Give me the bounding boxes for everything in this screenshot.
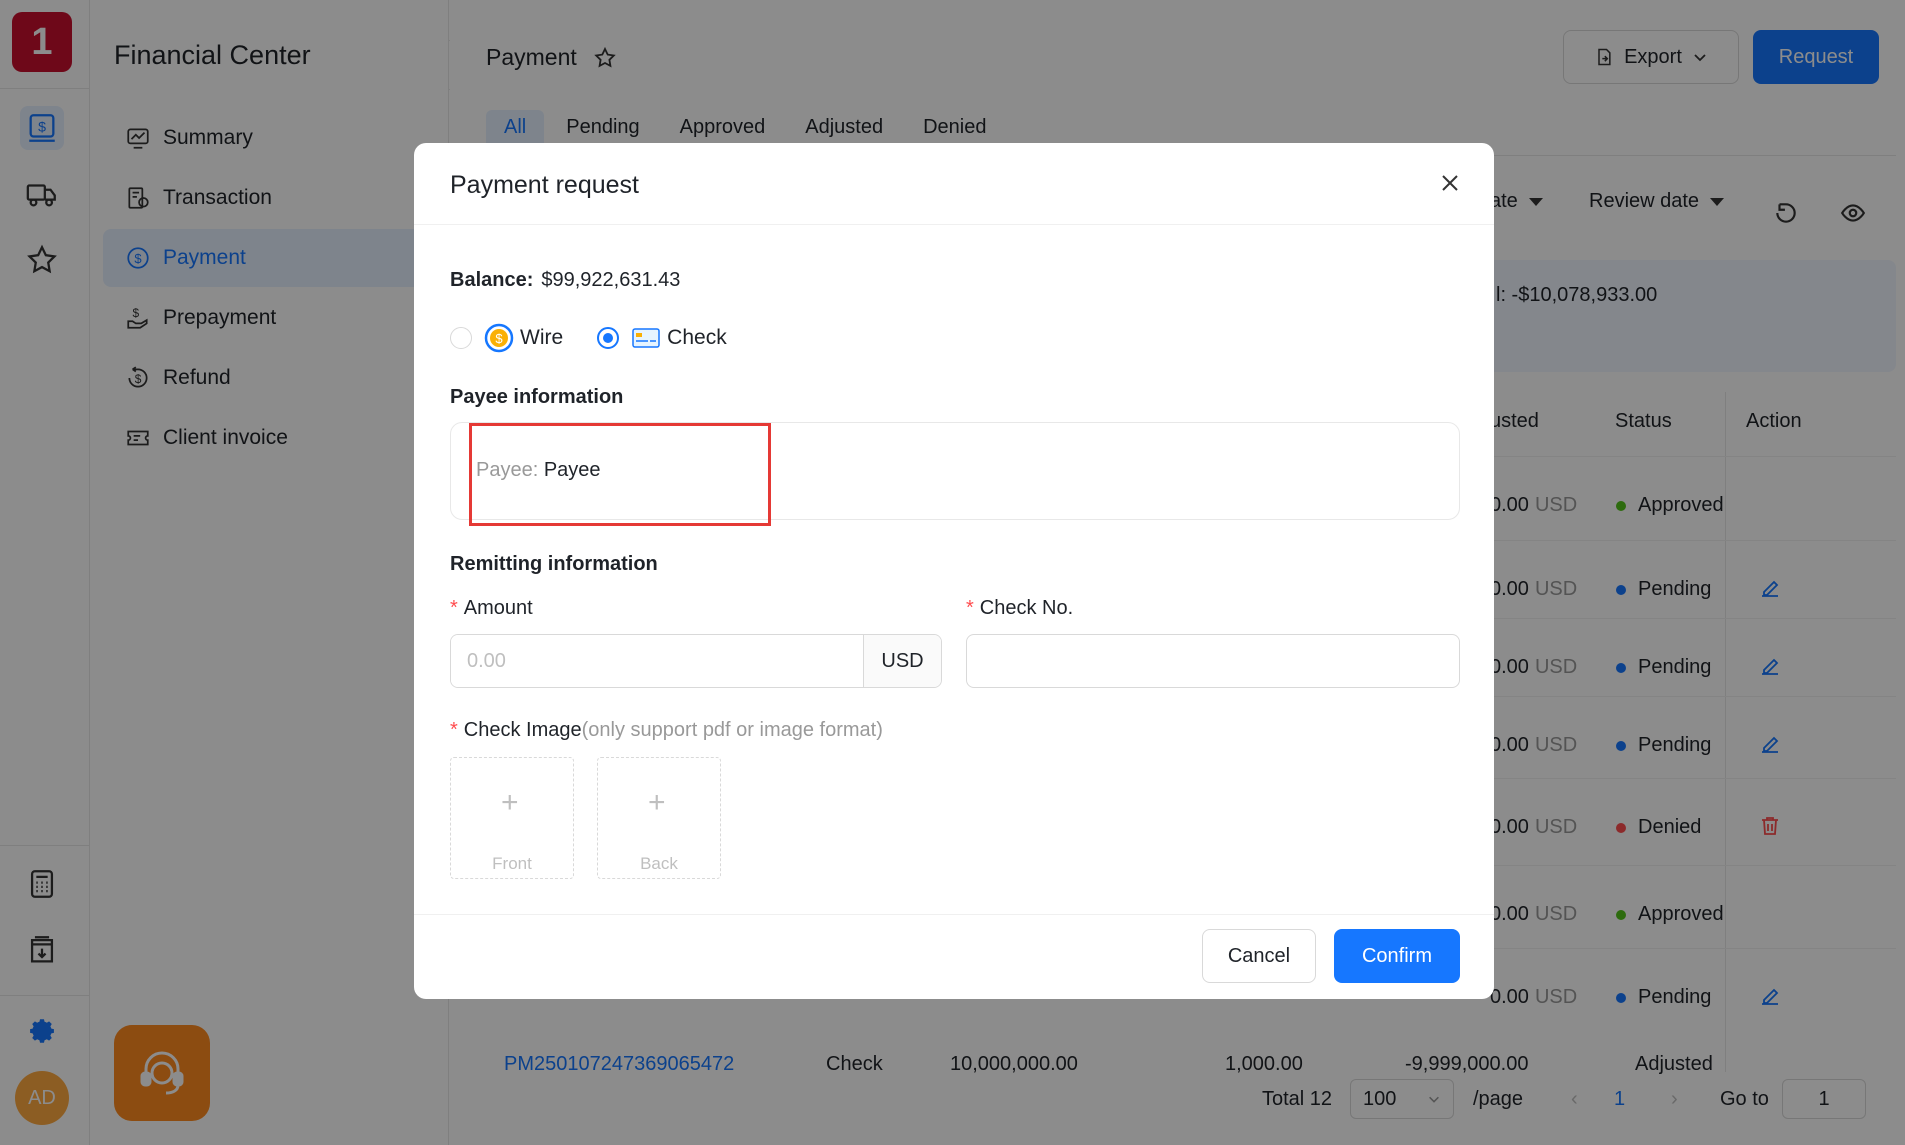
cancel-button[interactable]: Cancel [1202,929,1316,983]
upload-front[interactable]: + Front [450,757,574,879]
close-button[interactable] [1434,167,1466,199]
remitting-section-title: Remitting information [450,553,658,575]
check-image-label: * Check Image(only support pdf or image f… [450,719,883,742]
plus-icon: + [648,786,666,819]
balance-row: Balance: $99,922,631.43 [450,269,680,292]
modal-header: Payment request [414,143,1494,225]
payment-request-modal: Payment request Balance: $99,922,631.43 … [414,143,1494,999]
amount-label-text: Amount [463,597,533,619]
check-label: Check [667,326,727,349]
upload-back-label: Back [640,854,678,873]
amount-field: USD [450,634,942,688]
modal-title: Payment request [450,171,639,199]
required-mark: * [450,597,458,619]
upload-front-label: Front [492,854,532,873]
wire-transfer-icon: $ [484,323,514,353]
balance-value: $99,922,631.43 [541,269,681,291]
check-no-label: * Check No. [966,597,1073,620]
highlight-box [469,423,771,526]
check-image-hint: (only support pdf or image format) [581,719,883,741]
upload-back[interactable]: + Back [597,757,721,879]
check-no-field [966,634,1460,688]
check-image-label-text: Check Image [463,719,582,741]
balance-label: Balance: [450,269,534,291]
amount-currency: USD [863,635,941,687]
check-document-icon [632,328,660,348]
check-option[interactable]: Check [597,323,727,353]
wire-option[interactable]: $ Wire [450,323,563,353]
check-no-label-text: Check No. [979,597,1074,619]
check-radio[interactable] [597,327,620,349]
confirm-button[interactable]: Confirm [1334,929,1460,983]
wire-label: Wire [520,326,564,349]
payee-section-title: Payee information [450,386,624,408]
modal-footer [414,914,1494,999]
amount-input[interactable] [451,635,863,687]
payment-method-group: $ Wire Check [450,323,727,353]
close-icon [1442,175,1458,191]
svg-text:$: $ [495,331,503,346]
check-no-input[interactable] [967,635,1459,687]
wire-radio[interactable] [450,327,472,349]
amount-label: * Amount [450,597,533,620]
plus-icon: + [501,786,519,819]
required-mark: * [450,719,458,741]
required-mark: * [966,597,974,619]
